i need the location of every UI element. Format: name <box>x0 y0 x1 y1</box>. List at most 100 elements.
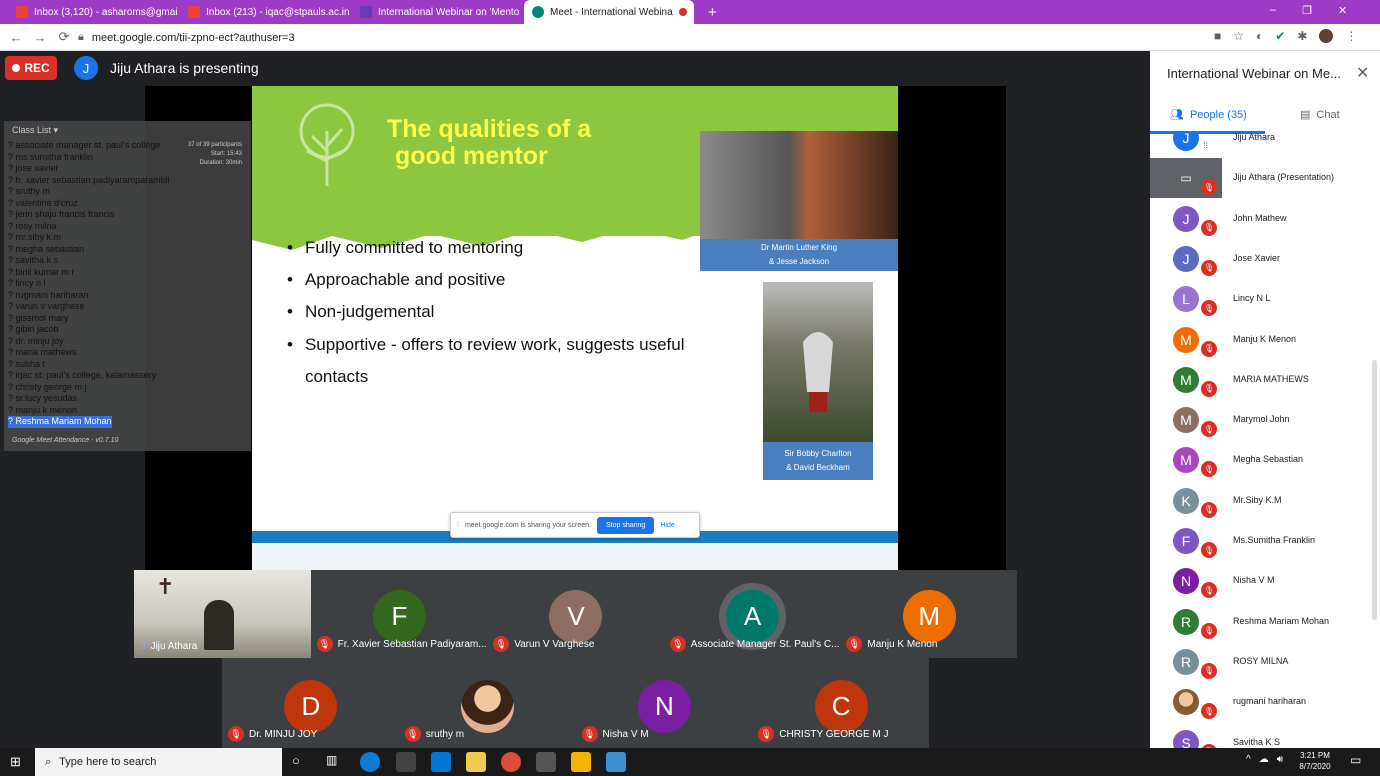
address-bar[interactable]: 🔒︎ meet.google.com/tii-zpno-ect?authuser… <box>78 27 1258 48</box>
class-list-label: Class List <box>12 125 52 135</box>
close-window-button[interactable]: ✕ <box>1338 4 1347 17</box>
browser-tab-forms[interactable]: International Webinar on 'Mento ✕ <box>352 0 522 24</box>
screen-share-bar: ⁞ meet.google.com is sharing your screen… <box>450 512 700 538</box>
mic-off-icon: 🎙︎ <box>758 726 775 742</box>
mail-icon[interactable] <box>431 752 451 772</box>
edge-icon[interactable] <box>360 752 380 772</box>
participant-row[interactable]: K 🎙︎ Mr.Siby K.M <box>1150 481 1372 521</box>
participant-row[interactable]: ▭ 🎙︎ Jiju Athara (Presentation) <box>1150 158 1334 199</box>
attendance-entry: ? savitha k s <box>8 255 59 265</box>
reload-icon[interactable]: ⟳ <box>52 29 76 45</box>
tab-people[interactable]: 👥︎ People (35) <box>1170 108 1247 122</box>
bullet-text: Supportive - offers to review work, sugg… <box>304 335 685 386</box>
participant-row[interactable]: M 🎙︎ Manju K Menon <box>1150 320 1372 360</box>
browser-tab-gmail-1[interactable]: Inbox (3,120) - asharoms@gmail ✕ <box>8 0 178 24</box>
participant-row[interactable]: J ⁞⁞ Jiju Athara <box>1150 131 1372 158</box>
caption-line: & David Beckham <box>786 463 850 472</box>
star-icon[interactable]: ☆ <box>1233 29 1244 43</box>
photos-icon[interactable] <box>536 752 556 772</box>
participant-tile[interactable]: M 🎙︎ Manju K Menon <box>840 570 1017 658</box>
profile-avatar[interactable] <box>1319 29 1334 43</box>
notification-icon[interactable]: ▭ <box>1350 753 1361 767</box>
volume-icon[interactable]: 🔊︎ <box>1277 754 1283 765</box>
participant-row[interactable]: 🎙︎ rugmani hariharan <box>1150 682 1372 722</box>
participant-row[interactable]: M 🎙︎ MARIA MATHEWS <box>1150 360 1372 400</box>
participant-row[interactable]: F 🎙︎ Ms.Sumitha Franklin <box>1150 521 1372 561</box>
browser-tab-gmail-2[interactable]: Inbox (213) - iqac@stpauls.ac.in ✕ <box>180 0 350 24</box>
file-explorer-icon[interactable] <box>466 752 486 772</box>
pictures-icon[interactable] <box>606 752 626 772</box>
store-icon[interactable] <box>396 752 416 772</box>
extension-icon[interactable]: ◐ <box>1256 29 1263 43</box>
participant-name: Lincy N L <box>1233 293 1271 304</box>
drag-handle-icon[interactable]: ⁞ <box>457 522 459 529</box>
attendance-entry: ? fr. xavier sebastian padiyaramparambil <box>8 174 170 185</box>
attendance-entry: ? rugmani hariharan <box>8 289 89 300</box>
minimize-button[interactable]: – <box>1270 4 1276 17</box>
attendance-entry: ? gibin jacob <box>8 324 59 334</box>
check-extension-icon[interactable]: ✔ <box>1275 29 1285 43</box>
taskbar-search[interactable]: ⌕ Type here to search <box>35 748 282 776</box>
attendance-entry: ? sr.lucy yesudas <box>8 393 78 403</box>
tab-label: Inbox (3,120) - asharoms@gmail <box>34 6 178 18</box>
participant-tile[interactable]: F 🎙︎ Fr. Xavier Sebastian Padiyaram... <box>310 570 488 658</box>
participant-row[interactable]: J 🎙︎ John Mathew <box>1150 199 1372 239</box>
participant-row[interactable]: M 🎙︎ Megha Sebastian <box>1150 440 1372 480</box>
participant-name: Jose Xavier <box>1233 252 1281 263</box>
participant-name-row: 🎙︎ CHRISTY GEORGE M J <box>758 726 889 742</box>
browser-tab-meet[interactable]: Meet - International Webina ✕ <box>524 0 694 24</box>
camera-icon[interactable]: ■ <box>1214 29 1221 43</box>
gmail-icon <box>188 6 200 18</box>
participant-row[interactable]: R 🎙︎ ROSY MILNA <box>1150 642 1372 682</box>
participant-name-row: 🎙︎ Varun V Varghese <box>493 636 594 652</box>
chat-icon: ▤ <box>1300 109 1311 121</box>
participant-name: Savitha K S <box>1233 736 1281 747</box>
cortana-icon[interactable]: ○ <box>292 753 300 768</box>
puzzle-icon[interactable]: ✱ <box>1297 29 1307 43</box>
mic-off-icon: 🎙︎ <box>581 726 598 742</box>
chat-tab-label: Chat <box>1316 108 1340 121</box>
network-icon[interactable]: ☁ <box>1259 754 1269 765</box>
participant-name: Jiju Athara <box>150 641 198 652</box>
forward-icon[interactable]: → <box>28 30 52 45</box>
participant-tile[interactable]: 🎙︎ sruthy m <box>398 660 576 748</box>
participant-row[interactable]: M 🎙︎ Marymol John <box>1150 400 1372 440</box>
maximize-button[interactable]: ❐ <box>1302 4 1312 17</box>
participant-avatar: J <box>1173 131 1199 151</box>
chevron-up-icon[interactable]: ^ <box>1246 754 1251 765</box>
stop-sharing-button[interactable]: Stop sharing <box>597 516 655 534</box>
rec-label: REC <box>24 61 50 75</box>
menu-icon[interactable]: ⋮ <box>1345 29 1357 43</box>
new-tab-button[interactable]: + <box>700 0 722 24</box>
sticky-notes-icon[interactable] <box>571 752 591 772</box>
participant-row[interactable]: L 🎙︎ Lincy N L <box>1150 279 1372 319</box>
participant-tiles-row1: ✝ ⁞⁞ Jiju Athara F 🎙︎ Fr. Xavier Sebastian Pa… <box>134 570 1017 658</box>
close-panel-button[interactable]: ✕ <box>1356 63 1369 83</box>
back-icon[interactable]: ← <box>4 30 28 45</box>
attendance-entry: ? megha sebastian <box>8 243 85 254</box>
participant-row[interactable]: R 🎙︎ Reshma Mariam Mohan <box>1150 602 1372 642</box>
chrome-icon[interactable] <box>501 752 521 772</box>
slide-footer <box>252 543 898 570</box>
participant-tile[interactable]: C 🎙︎ CHRISTY GEORGE M J <box>752 660 929 748</box>
participant-tile[interactable]: D 🎙︎ Dr. MINJU JOY <box>222 660 399 748</box>
participant-avatar: K <box>1173 487 1199 514</box>
task-view-icon[interactable]: ▥ <box>326 753 337 767</box>
windows-start-icon[interactable]: ⊞ <box>10 754 21 770</box>
participant-row[interactable]: S🎙︎Savitha K S <box>1150 723 1372 748</box>
tab-chat[interactable]: ▤ Chat <box>1300 108 1340 122</box>
participant-tile[interactable]: V 🎙︎ Varun V Varghese <box>487 570 664 658</box>
url-text: meet.google.com/tii-zpno-ect?authuser=3 <box>91 31 295 44</box>
participant-tile[interactable]: ✝ ⁞⁞ Jiju Athara <box>134 570 311 658</box>
taskbar-clock[interactable]: 3:21 PM 8/7/2020 <box>1296 750 1334 772</box>
participant-tile[interactable]: A 🎙︎ Associate Manager St. Paul's C... <box>663 570 841 658</box>
participant-row[interactable]: J 🎙︎ Jose Xavier <box>1150 239 1372 279</box>
mlk-jackson-photo <box>700 131 898 239</box>
hide-button[interactable]: Hide <box>660 522 674 529</box>
class-list-select[interactable]: Class List ▾ <box>12 125 58 136</box>
mic-off-icon: 🎙︎ <box>404 726 421 742</box>
people-scrollbar[interactable] <box>1372 360 1377 620</box>
participant-row[interactable]: N 🎙︎ Nisha V M <box>1150 561 1372 601</box>
participant-tile[interactable]: N 🎙︎ Nisha V M <box>575 660 753 748</box>
participant-name-row: 🎙︎ Fr. Xavier Sebastian Padiyaram... <box>316 636 487 652</box>
